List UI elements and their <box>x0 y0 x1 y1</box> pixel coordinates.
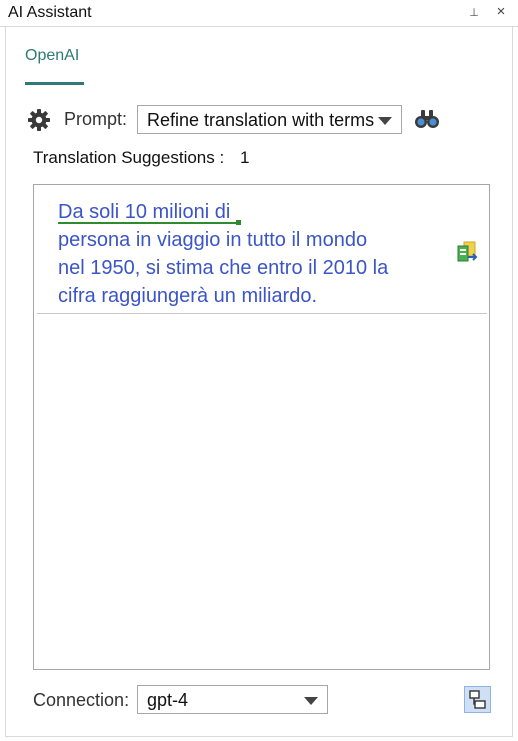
binoculars-icon[interactable] <box>414 108 440 130</box>
title-bar: AI Assistant ⊥ × <box>0 0 518 27</box>
suggestion-line: cifra raggiungerà un miliardo. <box>58 285 318 307</box>
layout-toggle-icon <box>469 690 486 709</box>
chevron-down-icon <box>378 117 392 125</box>
suggestion-line: persona in viaggio in tutto il mondo <box>58 229 368 251</box>
translation-suggestions-count: 1 <box>240 148 250 167</box>
pin-icon[interactable]: ⊥ <box>466 5 482 21</box>
connection-selected-value: gpt-4 <box>147 690 189 710</box>
term-match-underline <box>58 222 238 224</box>
gear-icon[interactable] <box>27 108 51 132</box>
window-title: AI Assistant <box>8 4 92 21</box>
suggestion-item[interactable]: Da soli 10 milioni di persona in viaggio… <box>58 198 448 310</box>
tab-openai[interactable]: OpenAI <box>25 47 79 65</box>
translation-suggestions-label: Translation Suggestions : <box>33 148 225 167</box>
suggestion-divider <box>37 313 487 314</box>
active-tab-indicator <box>25 82 84 85</box>
term-match-marker <box>236 220 241 225</box>
connection-dropdown[interactable]: gpt-4 <box>137 685 328 714</box>
chevron-down-icon <box>304 697 318 705</box>
prompt-selected-value: Refine translation with terms <box>147 110 375 130</box>
prompt-label: Prompt: <box>64 109 128 129</box>
connection-label: Connection: <box>33 690 130 710</box>
layout-toggle-button[interactable] <box>464 686 491 713</box>
apply-suggestion-icon[interactable] <box>455 240 479 264</box>
close-icon[interactable]: × <box>493 4 509 20</box>
prompt-dropdown[interactable]: Refine translation with terms <box>137 105 402 134</box>
suggestion-line: nel 1950, si stima che entro il 2010 la <box>58 257 389 279</box>
